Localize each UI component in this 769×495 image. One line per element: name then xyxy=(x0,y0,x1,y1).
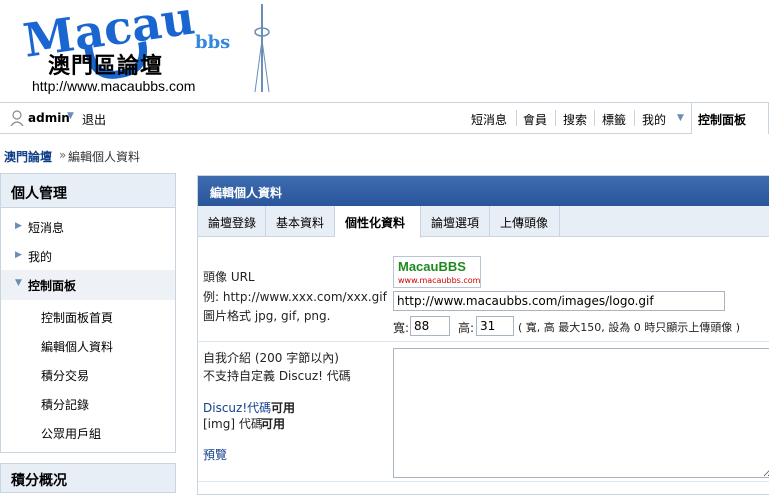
section-divider xyxy=(198,341,769,342)
img-code-status: 可用 xyxy=(261,417,286,431)
tab-forum-options[interactable]: 論壇選項 xyxy=(421,206,490,237)
sidebar-header: 個人管理 xyxy=(1,174,175,208)
nav-control-panel-label: 控制面板 xyxy=(698,113,747,127)
sidebar-subitem-credit-log[interactable]: 積分記錄 xyxy=(41,396,89,413)
img-code-label: [img] 代碼 xyxy=(203,417,263,431)
sidebar-subitem-edit-profile[interactable]: 編輯個人資料 xyxy=(41,338,113,355)
top-navigation-bar: admin ▼ 退出 短消息 會員 搜索 標籤 我的 ▼ 控制面板 xyxy=(0,102,769,134)
logo-url-text: http://www.macaubbs.com xyxy=(32,78,196,94)
sidebar-credit-overview: 積分概况 xyxy=(0,463,176,493)
bio-note: 不支持自定義 Discuz! 代碼 xyxy=(203,369,351,383)
nav-search[interactable]: 搜索 xyxy=(563,111,587,128)
preview-link[interactable]: 預覽 xyxy=(203,446,227,463)
sidebar-subitem-public-groups[interactable]: 公眾用戶組 xyxy=(41,425,101,442)
avatar-height-label: 高: xyxy=(458,321,475,335)
sidebar-subitem-cp-home[interactable]: 控制面板首頁 xyxy=(41,309,113,326)
chevron-right-icon: ▶ xyxy=(15,221,22,231)
avatar-width-label: 寬: xyxy=(393,321,410,335)
avatar-url-input[interactable] xyxy=(393,291,725,311)
discuz-code-status: 可用 xyxy=(271,401,296,415)
discuz-code-link[interactable]: Discuz!代碼 xyxy=(203,399,271,416)
tab-bar: 論壇登錄 基本資料 個性化資料 論壇選項 上傳頭像 xyxy=(198,206,769,238)
nav-messages[interactable]: 短消息 xyxy=(471,111,507,128)
tab-forum-login[interactable]: 論壇登錄 xyxy=(198,206,266,237)
tab-personal-info[interactable]: 個性化資料 xyxy=(335,206,421,238)
chevron-right-icon: ▶ xyxy=(15,250,22,260)
bio-label: 自我介紹 (200 字節以內) xyxy=(203,351,339,365)
avatar-preview-image: MacauBBS www.macaubbs.com xyxy=(393,256,481,288)
user-icon xyxy=(10,110,24,129)
tab-upload-avatar[interactable]: 上傳頭像 xyxy=(490,206,560,237)
sidebar: 個人管理 ▶ 短消息 ▶ 我的 ▼ 控制面板 控制面板首頁 編輯個人資料 積分交… xyxy=(0,173,176,453)
avatar-height-input[interactable] xyxy=(476,316,514,336)
nav-divider xyxy=(555,110,556,126)
sidebar-item-my[interactable]: 我的 xyxy=(28,248,52,265)
avatar-formats: 圖片格式 jpg, gif, png. xyxy=(203,309,331,323)
nav-divider xyxy=(516,110,517,126)
avatar-preview-text: MacauBBS xyxy=(398,259,466,274)
breadcrumb-separator: » xyxy=(59,148,67,162)
nav-members[interactable]: 會員 xyxy=(523,111,547,128)
sidebar-item-control-panel[interactable]: ▼ 控制面板 xyxy=(1,270,175,300)
sidebar-credit-title: 積分概况 xyxy=(11,473,67,489)
username-link[interactable]: admin xyxy=(28,111,70,125)
panel-title: 編輯個人資料 xyxy=(210,186,283,200)
chevron-down-icon: ▼ xyxy=(15,278,22,288)
avatar-width-input[interactable] xyxy=(410,316,450,336)
nav-divider xyxy=(634,110,635,126)
sidebar-subitem-credit-trade[interactable]: 積分交易 xyxy=(41,367,89,384)
chevron-down-icon[interactable]: ▼ xyxy=(677,113,684,123)
bio-textarea[interactable] xyxy=(393,348,769,478)
nav-tags[interactable]: 標籤 xyxy=(602,111,626,128)
logo-wordmark-bbs: bbs xyxy=(195,32,230,53)
avatar-size-note: ( 寬, 高 最大150, 設為 0 時只顯示上傳頭像 ) xyxy=(518,321,741,334)
breadcrumb-home[interactable]: 澳門論壇 xyxy=(4,148,52,165)
logo-chinese-name: 澳門區論壇 xyxy=(48,54,164,79)
sidebar-title: 個人管理 xyxy=(11,186,67,202)
tab-basic-info[interactable]: 基本資料 xyxy=(266,206,335,237)
breadcrumb-current: 編輯個人資料 xyxy=(68,150,141,164)
nav-my[interactable]: 我的 xyxy=(642,111,666,128)
panel-header: 編輯個人資料 xyxy=(198,176,769,206)
nav-control-panel[interactable]: 控制面板 xyxy=(691,102,769,134)
nav-divider xyxy=(594,110,595,126)
site-logo[interactable]: Macau bbs 澳門區論壇 http://www.macaubbs.com xyxy=(0,0,290,100)
sidebar-item-messages[interactable]: 短消息 xyxy=(28,219,64,236)
avatar-url-example: 例: http://www.xxx.com/xxx.gif xyxy=(203,290,387,304)
main-panel: 編輯個人資料 論壇登錄 基本資料 個性化資料 論壇選項 上傳頭像 頭像 URL … xyxy=(197,175,769,495)
logout-link[interactable]: 退出 xyxy=(82,111,106,128)
section-divider xyxy=(198,481,769,482)
chevron-down-icon[interactable]: ▼ xyxy=(67,111,74,121)
avatar-preview-subtext: www.macaubbs.com xyxy=(398,276,481,285)
sidebar-item-control-panel-label: 控制面板 xyxy=(28,279,77,293)
avatar-url-label: 頭像 URL xyxy=(203,270,255,284)
